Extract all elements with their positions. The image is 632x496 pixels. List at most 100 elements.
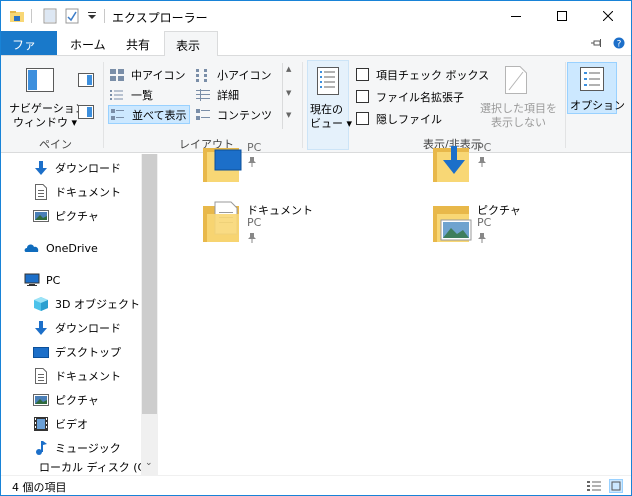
maximize-button[interactable]: [539, 1, 585, 31]
minimize-icon: [511, 16, 521, 17]
nav-scrollbar-thumb[interactable]: [142, 154, 157, 414]
item-checkboxes-toggle[interactable]: 項目チェック ボックス: [356, 65, 489, 84]
layout-list[interactable]: 一覧: [109, 85, 153, 104]
medium-icons-label: 中アイコン: [131, 68, 186, 82]
details-pane-icon[interactable]: [78, 105, 94, 119]
tile-downloads[interactable]: PC: [431, 141, 631, 192]
nav-label: ダウンロード: [55, 322, 121, 335]
minimize-button[interactable]: [493, 1, 539, 31]
layout-content[interactable]: コンテンツ: [195, 105, 272, 124]
tile-pictures[interactable]: ピクチャ PC: [431, 200, 631, 248]
ribbon-tabs: ファイル ホーム 共有 表示 ?: [1, 31, 631, 69]
document-icon: [35, 368, 47, 384]
onedrive-icon: [24, 244, 39, 252]
file-extensions-label: ファイル名拡張子: [376, 90, 464, 104]
nav-label: 3D オブジェクト: [55, 298, 140, 311]
nav-label: ドキュメント: [55, 370, 121, 383]
layout-medium-icons[interactable]: 中アイコン: [109, 65, 185, 84]
nav-pane-label-2: ウィンドウ ▾: [13, 116, 78, 129]
separator: [104, 9, 105, 23]
scroll-up-icon: ▲: [286, 65, 292, 73]
nav-label: ビデオ: [55, 418, 88, 431]
download-icon: [35, 321, 47, 335]
navigation-pane-button[interactable]: ナビゲーション ウィンドウ ▾: [7, 62, 86, 132]
layout-details[interactable]: 詳細: [195, 85, 239, 104]
close-button[interactable]: [585, 1, 631, 31]
options-label: オプション: [570, 99, 625, 112]
new-folder-icon[interactable]: [65, 8, 79, 24]
expand-icon: ▼: [286, 111, 292, 119]
hide-selected-button[interactable]: 選択した項目を 表示しない: [477, 62, 561, 132]
group-separator: [565, 62, 566, 148]
content-label: コンテンツ: [217, 108, 272, 122]
preview-pane-icon[interactable]: [78, 73, 94, 87]
nav-local-disk[interactable]: ローカル ディスク (C: [33, 459, 141, 475]
layout-small-icons[interactable]: 小アイコン: [195, 65, 271, 84]
customize-qat-icon[interactable]: [87, 12, 97, 20]
layout-tiles[interactable]: 並べて表示: [108, 105, 190, 124]
item-count: 4 個の項目: [12, 481, 67, 494]
explorer-window: エクスプローラー ファイル ホーム 共有 表示 ?: [0, 0, 632, 496]
tab-home[interactable]: ホーム: [59, 31, 117, 55]
pin-ribbon-icon[interactable]: [591, 38, 603, 48]
small-icons-label: 小アイコン: [217, 68, 272, 82]
hidden-items-label: 隠しファイル: [376, 112, 442, 126]
tab-view[interactable]: 表示: [164, 31, 218, 56]
svg-text:?: ?: [617, 40, 622, 50]
scroll-down-icon: ▼: [286, 89, 292, 97]
group-separator: [302, 62, 303, 148]
options-button[interactable]: オプション: [567, 62, 625, 114]
separator: [31, 9, 32, 23]
tiles-icon: [111, 108, 124, 120]
tile-documents[interactable]: ドキュメント PC: [201, 200, 401, 248]
navigation-pane-icon: [26, 68, 54, 92]
tile-desktop[interactable]: PC: [201, 141, 401, 192]
status-bar: 4 個の項目: [1, 475, 631, 495]
properties-icon[interactable]: [43, 8, 57, 24]
help-icon[interactable]: ?: [613, 37, 625, 49]
details-view-icon[interactable]: [587, 480, 601, 492]
ribbon: ナビゲーション ウィンドウ ▾ ペイン 中アイコン 小アイコン 一覧 詳細 並べ…: [1, 55, 631, 153]
hide-selected-icon: [505, 66, 527, 94]
navigation-pane: ダウンロード ドキュメント ピクチャ OneDrive PC 3D オブジェクト: [1, 154, 168, 475]
hide-selected-label-2: 表示しない: [491, 116, 546, 129]
nav-label: デスクトップ: [55, 346, 121, 359]
layout-gallery-scroller[interactable]: ▲ ▼ ▼: [282, 63, 294, 129]
small-icons-icon: [196, 68, 207, 82]
options-icon: [580, 67, 604, 91]
pictures-folder-icon: [433, 206, 472, 242]
pin-icon: [478, 233, 486, 243]
tile-sub: PC: [477, 141, 492, 154]
nav-label: ドキュメント: [55, 186, 121, 199]
item-checkboxes-checkbox[interactable]: [356, 68, 369, 81]
scroll-down-icon[interactable]: ⌄: [145, 458, 153, 468]
folder-icon[interactable]: [9, 8, 25, 24]
hidden-items-checkbox[interactable]: [356, 112, 369, 125]
medium-icons-icon: [110, 68, 124, 81]
list-label: 一覧: [131, 88, 153, 102]
pin-icon: [478, 157, 486, 167]
pictures-icon: [33, 394, 49, 406]
nav-label: PC: [46, 273, 61, 287]
group-separator: [103, 62, 104, 148]
large-icons-view-icon[interactable]: [609, 479, 623, 493]
tab-file[interactable]: ファイル: [1, 31, 57, 69]
desktop-icon: [33, 347, 49, 358]
tiles-label: 並べて表示: [132, 108, 187, 122]
pin-icon: [248, 157, 256, 167]
pictures-icon: [33, 210, 49, 222]
item-checkboxes-label: 項目チェック ボックス: [376, 68, 490, 82]
tab-share[interactable]: 共有: [115, 31, 161, 55]
file-extensions-checkbox[interactable]: [356, 90, 369, 103]
window-title: エクスプローラー: [112, 11, 208, 25]
nav-scrollbar[interactable]: ⌄: [141, 154, 158, 475]
nav-label: ローカル ディスク (C: [39, 461, 141, 474]
downloads-folder-icon: [433, 146, 469, 182]
current-view-button[interactable]: 現在の ビュー ▾: [307, 60, 352, 150]
music-icon: [36, 441, 47, 455]
documents-folder-icon: [203, 201, 239, 242]
file-extensions-toggle[interactable]: ファイル名拡張子: [356, 87, 464, 106]
hidden-items-toggle[interactable]: 隠しファイル: [356, 109, 442, 128]
close-icon: [603, 11, 613, 21]
tile-sub: PC: [477, 216, 492, 229]
